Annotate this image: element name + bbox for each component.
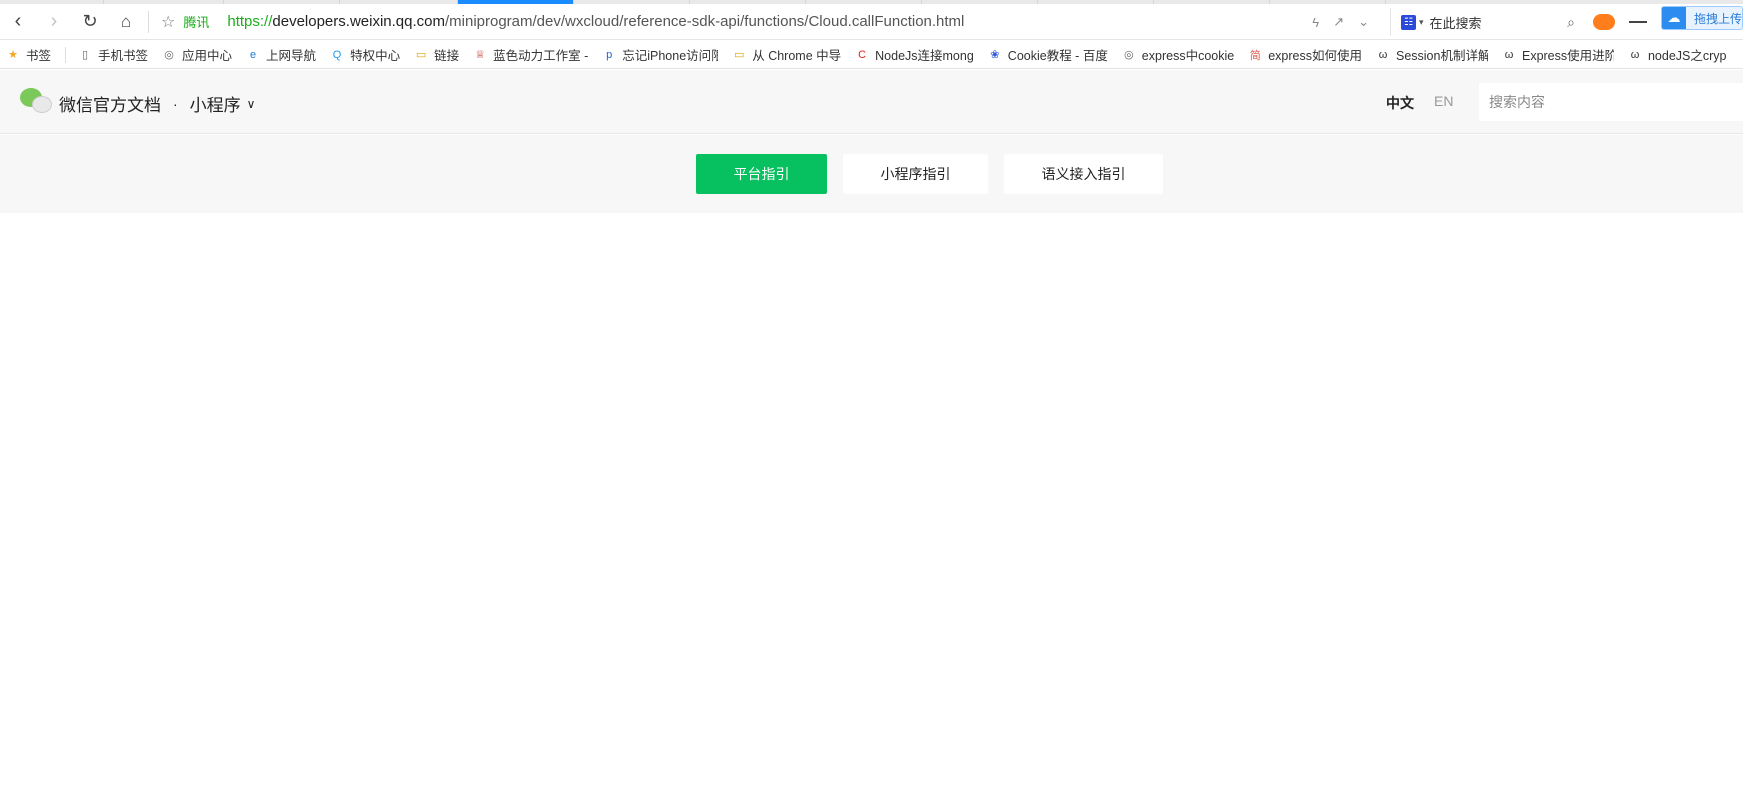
bookmarks-bar: ★ 书签 ▯ 手机书签 ◎ 应用中心 e 上网导航 Q 特权中心 ▭ 链接 ♕ 蓝色动力工作室 - p 忘记i…: [0, 41, 1743, 69]
url-path: /miniprogram/dev/wxcloud/reference-sdk-a…: [444, 13, 965, 30]
bookmark-item[interactable]: ★ 书签: [6, 45, 51, 64]
forward-button[interactable]: ›: [36, 4, 72, 40]
lang-en[interactable]: EN: [1434, 93, 1453, 113]
bookmark-item[interactable]: ω nodeJS之cryp: [1628, 45, 1727, 64]
bookmark-item[interactable]: 简 express如何使用: [1248, 45, 1362, 64]
bookmark-label: 蓝色动力工作室 -: [493, 49, 589, 63]
guide-tab-miniprogram[interactable]: 小程序指引: [843, 154, 988, 194]
guide-tabs: 平台指引 小程序指引 语义接入指引: [0, 135, 1743, 213]
home-button[interactable]: ⌂: [108, 4, 144, 40]
bookmark-label: 书签: [26, 49, 52, 63]
url-host: developers.weixin.qq.com: [272, 13, 445, 30]
w-icon: ω: [1504, 48, 1514, 61]
bookmark-label: 应用中心: [182, 49, 233, 63]
back-button[interactable]: ‹: [0, 4, 36, 40]
paw-icon: ❀: [990, 49, 1000, 61]
jian-icon: 简: [1249, 49, 1261, 62]
bookmark-item[interactable]: Q 特权中心: [330, 45, 400, 64]
p-icon: p: [606, 48, 613, 61]
bookmark-item[interactable]: ◎ express中cookie: [1122, 45, 1234, 64]
bookmark-label: 上网导航: [266, 49, 317, 63]
ie-icon: e: [249, 48, 257, 61]
bookmark-label: 特权中心: [350, 49, 401, 63]
bookmark-item[interactable]: ▯ 手机书签: [78, 45, 148, 64]
reload-icon: ↻: [82, 11, 98, 31]
bookmark-item[interactable]: C NodeJs连接mong: [855, 45, 974, 64]
brand: 微信官方文档 · 小程序 ∨: [59, 91, 255, 116]
brand-separator: ·: [173, 95, 178, 112]
bookmark-label: express如何使用: [1268, 49, 1362, 63]
bookmark-label: NodeJs连接mong: [875, 49, 974, 63]
bookmark-label: 从 Chrome 中导: [752, 49, 842, 63]
bookmark-item[interactable]: e 上网导航: [246, 45, 316, 64]
download-icon[interactable]: [1629, 21, 1647, 23]
folder-icon: ▭: [415, 49, 427, 61]
bookmark-label: Express使用进阶: [1521, 49, 1614, 63]
url-field[interactable]: https://developers.weixin.qq.com/minipro…: [227, 13, 964, 30]
folder-icon: ▭: [734, 49, 745, 61]
bookmark-label: Cookie教程 - 百度: [1007, 49, 1108, 63]
product-label: 小程序: [189, 96, 241, 115]
bookmark-label: 手机书签: [98, 49, 149, 63]
bookmark-label: 忘记iPhone访问限: [622, 49, 719, 63]
bookmark-item[interactable]: ▭ 链接: [414, 45, 459, 64]
cloud-upload-widget[interactable]: ☁ 拖拽上传: [1661, 6, 1743, 30]
lightning-icon[interactable]: ϟ: [1312, 15, 1319, 30]
divider: [65, 46, 67, 63]
search-icon[interactable]: ⌕: [1567, 14, 1575, 31]
bookmark-item[interactable]: ▭ 从 Chrome 中导: [732, 45, 841, 64]
bookmark-item[interactable]: ω Session机制详解: [1376, 45, 1488, 64]
chevron-left-icon: ‹: [14, 10, 22, 32]
bookmark-item[interactable]: ❀ Cookie教程 - 百度: [988, 45, 1108, 64]
browser-search-box[interactable]: ☷ ▾ 在此搜索 ⌕: [1390, 8, 1585, 36]
w-icon: ω: [1630, 48, 1640, 61]
home-icon: ⌂: [120, 11, 132, 31]
site-header: 微信官方文档 · 小程序 ∨ 中文 EN: [0, 70, 1743, 134]
bookmark-label: 链接: [434, 49, 460, 63]
url-scheme: https://: [227, 13, 273, 30]
star-icon: ★: [8, 49, 18, 61]
bookmark-star-icon[interactable]: ☆: [161, 12, 175, 32]
bookmark-label: Session机制详解: [1395, 49, 1488, 63]
phone-icon: ▯: [81, 49, 89, 61]
language-switcher: 中文 EN: [1386, 93, 1453, 113]
cloud-icon: ☁: [1662, 7, 1686, 29]
gamepad-icon[interactable]: [1593, 14, 1615, 30]
bookmark-item[interactable]: ♕ 蓝色动力工作室 -: [473, 45, 588, 64]
share-icon[interactable]: ↗: [1333, 14, 1344, 30]
q-icon: Q: [332, 48, 342, 61]
guide-tab-platform[interactable]: 平台指引: [696, 154, 827, 194]
w-icon: ω: [1378, 48, 1388, 61]
bookmark-item[interactable]: ◎ 应用中心: [162, 45, 232, 64]
site-identity-label[interactable]: 腾讯: [183, 12, 209, 31]
bookmark-item[interactable]: p 忘记iPhone访问限: [602, 45, 718, 64]
product-switcher[interactable]: 小程序 ∨: [190, 91, 256, 116]
caret-down-icon[interactable]: ▾: [1419, 17, 1424, 28]
search-engine-icon[interactable]: ☷: [1401, 14, 1416, 30]
search-input[interactable]: [1479, 83, 1743, 121]
brand-title[interactable]: 微信官方文档: [59, 91, 161, 116]
guide-tab-label: 语义接入指引: [1041, 166, 1126, 182]
divider: [148, 10, 149, 33]
upload-label: 拖拽上传: [1694, 11, 1743, 26]
bookmark-item[interactable]: ω Express使用进阶: [1502, 45, 1614, 64]
bookmark-label: nodeJS之cryp: [1647, 49, 1727, 63]
main-content: [0, 213, 1743, 795]
chevron-down-icon[interactable]: ⌄: [1358, 14, 1369, 30]
browser-search-placeholder: 在此搜索: [1429, 15, 1482, 31]
chevron-down-icon: ∨: [246, 96, 256, 111]
c-icon: C: [858, 48, 867, 61]
chevron-right-icon: ›: [50, 10, 58, 32]
globe-icon: ◎: [1123, 49, 1134, 61]
lang-zh[interactable]: 中文: [1386, 93, 1414, 113]
reload-button[interactable]: ↻: [72, 4, 108, 40]
guide-tab-label: 平台指引: [733, 166, 790, 182]
wechat-logo-icon[interactable]: [20, 88, 52, 116]
guide-tab-semantic[interactable]: 语义接入指引: [1004, 154, 1163, 194]
bookmark-label: express中cookie: [1141, 49, 1235, 63]
globe-icon: ◎: [164, 49, 174, 61]
crown-icon: ♕: [475, 49, 486, 61]
address-bar: ‹ › ↻ ⌂ ☆ 腾讯 https://developers.weixin.q…: [0, 4, 1743, 40]
guide-tab-label: 小程序指引: [880, 166, 951, 182]
